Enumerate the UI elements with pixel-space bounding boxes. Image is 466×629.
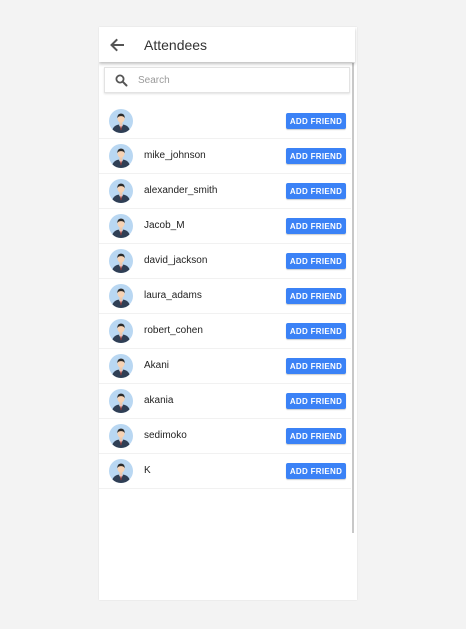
add-friend-button[interactable]: ADD FRIEND: [286, 288, 346, 304]
attendee-name: david_jackson: [144, 255, 208, 266]
avatar: [109, 284, 133, 308]
add-friend-button[interactable]: ADD FRIEND: [286, 113, 346, 129]
search-bar: [104, 67, 350, 93]
avatar: [109, 144, 133, 168]
list-item: david_jackson ADD FRIEND: [99, 244, 351, 279]
arrow-left-icon[interactable]: [107, 35, 127, 55]
add-friend-button[interactable]: ADD FRIEND: [286, 218, 346, 234]
avatar: [109, 354, 133, 378]
list-item: ADD FRIEND: [99, 104, 351, 139]
add-friend-button[interactable]: ADD FRIEND: [286, 428, 346, 444]
list-item: akania ADD FRIEND: [99, 384, 351, 419]
attendee-name: akania: [144, 395, 174, 406]
add-friend-button[interactable]: ADD FRIEND: [286, 358, 346, 374]
avatar: [109, 109, 133, 133]
app-bar: Attendees: [99, 27, 355, 62]
attendee-name: K: [144, 465, 151, 476]
add-friend-button[interactable]: ADD FRIEND: [286, 463, 346, 479]
attendee-name: alexander_smith: [144, 185, 218, 196]
attendee-name: mike_johnson: [144, 150, 206, 161]
add-friend-button[interactable]: ADD FRIEND: [286, 253, 346, 269]
attendee-name: laura_adams: [144, 290, 202, 301]
attendee-name: sedimoko: [144, 430, 187, 441]
list-item: Jacob_M ADD FRIEND: [99, 209, 351, 244]
list-item: robert_cohen ADD FRIEND: [99, 314, 351, 349]
avatar: [109, 424, 133, 448]
page-title: Attendees: [144, 37, 208, 53]
attendee-name: robert_cohen: [144, 325, 203, 336]
search-icon: [115, 74, 128, 87]
scrollbar[interactable]: [352, 63, 354, 533]
avatar: [109, 319, 133, 343]
list-item: K ADD FRIEND: [99, 454, 351, 489]
avatar: [109, 214, 133, 238]
list-item: mike_johnson ADD FRIEND: [99, 139, 351, 174]
attendee-list: ADD FRIEND mike_johnson ADD FRIEND alexa…: [99, 104, 351, 489]
avatar: [109, 249, 133, 273]
add-friend-button[interactable]: ADD FRIEND: [286, 393, 346, 409]
list-item: Akani ADD FRIEND: [99, 349, 351, 384]
add-friend-button[interactable]: ADD FRIEND: [286, 148, 346, 164]
attendee-name: Akani: [144, 360, 170, 371]
search-input[interactable]: [138, 71, 338, 89]
attendee-name: Jacob_M: [144, 220, 185, 231]
add-friend-button[interactable]: ADD FRIEND: [286, 183, 346, 199]
add-friend-button[interactable]: ADD FRIEND: [286, 323, 346, 339]
avatar: [109, 179, 133, 203]
list-item: sedimoko ADD FRIEND: [99, 419, 351, 454]
list-item: laura_adams ADD FRIEND: [99, 279, 351, 314]
avatar: [109, 389, 133, 413]
avatar: [109, 459, 133, 483]
attendees-screen: Attendees Search ADD FRIEND mike_johnson…: [99, 27, 357, 600]
list-item: alexander_smith ADD FRIEND: [99, 174, 351, 209]
